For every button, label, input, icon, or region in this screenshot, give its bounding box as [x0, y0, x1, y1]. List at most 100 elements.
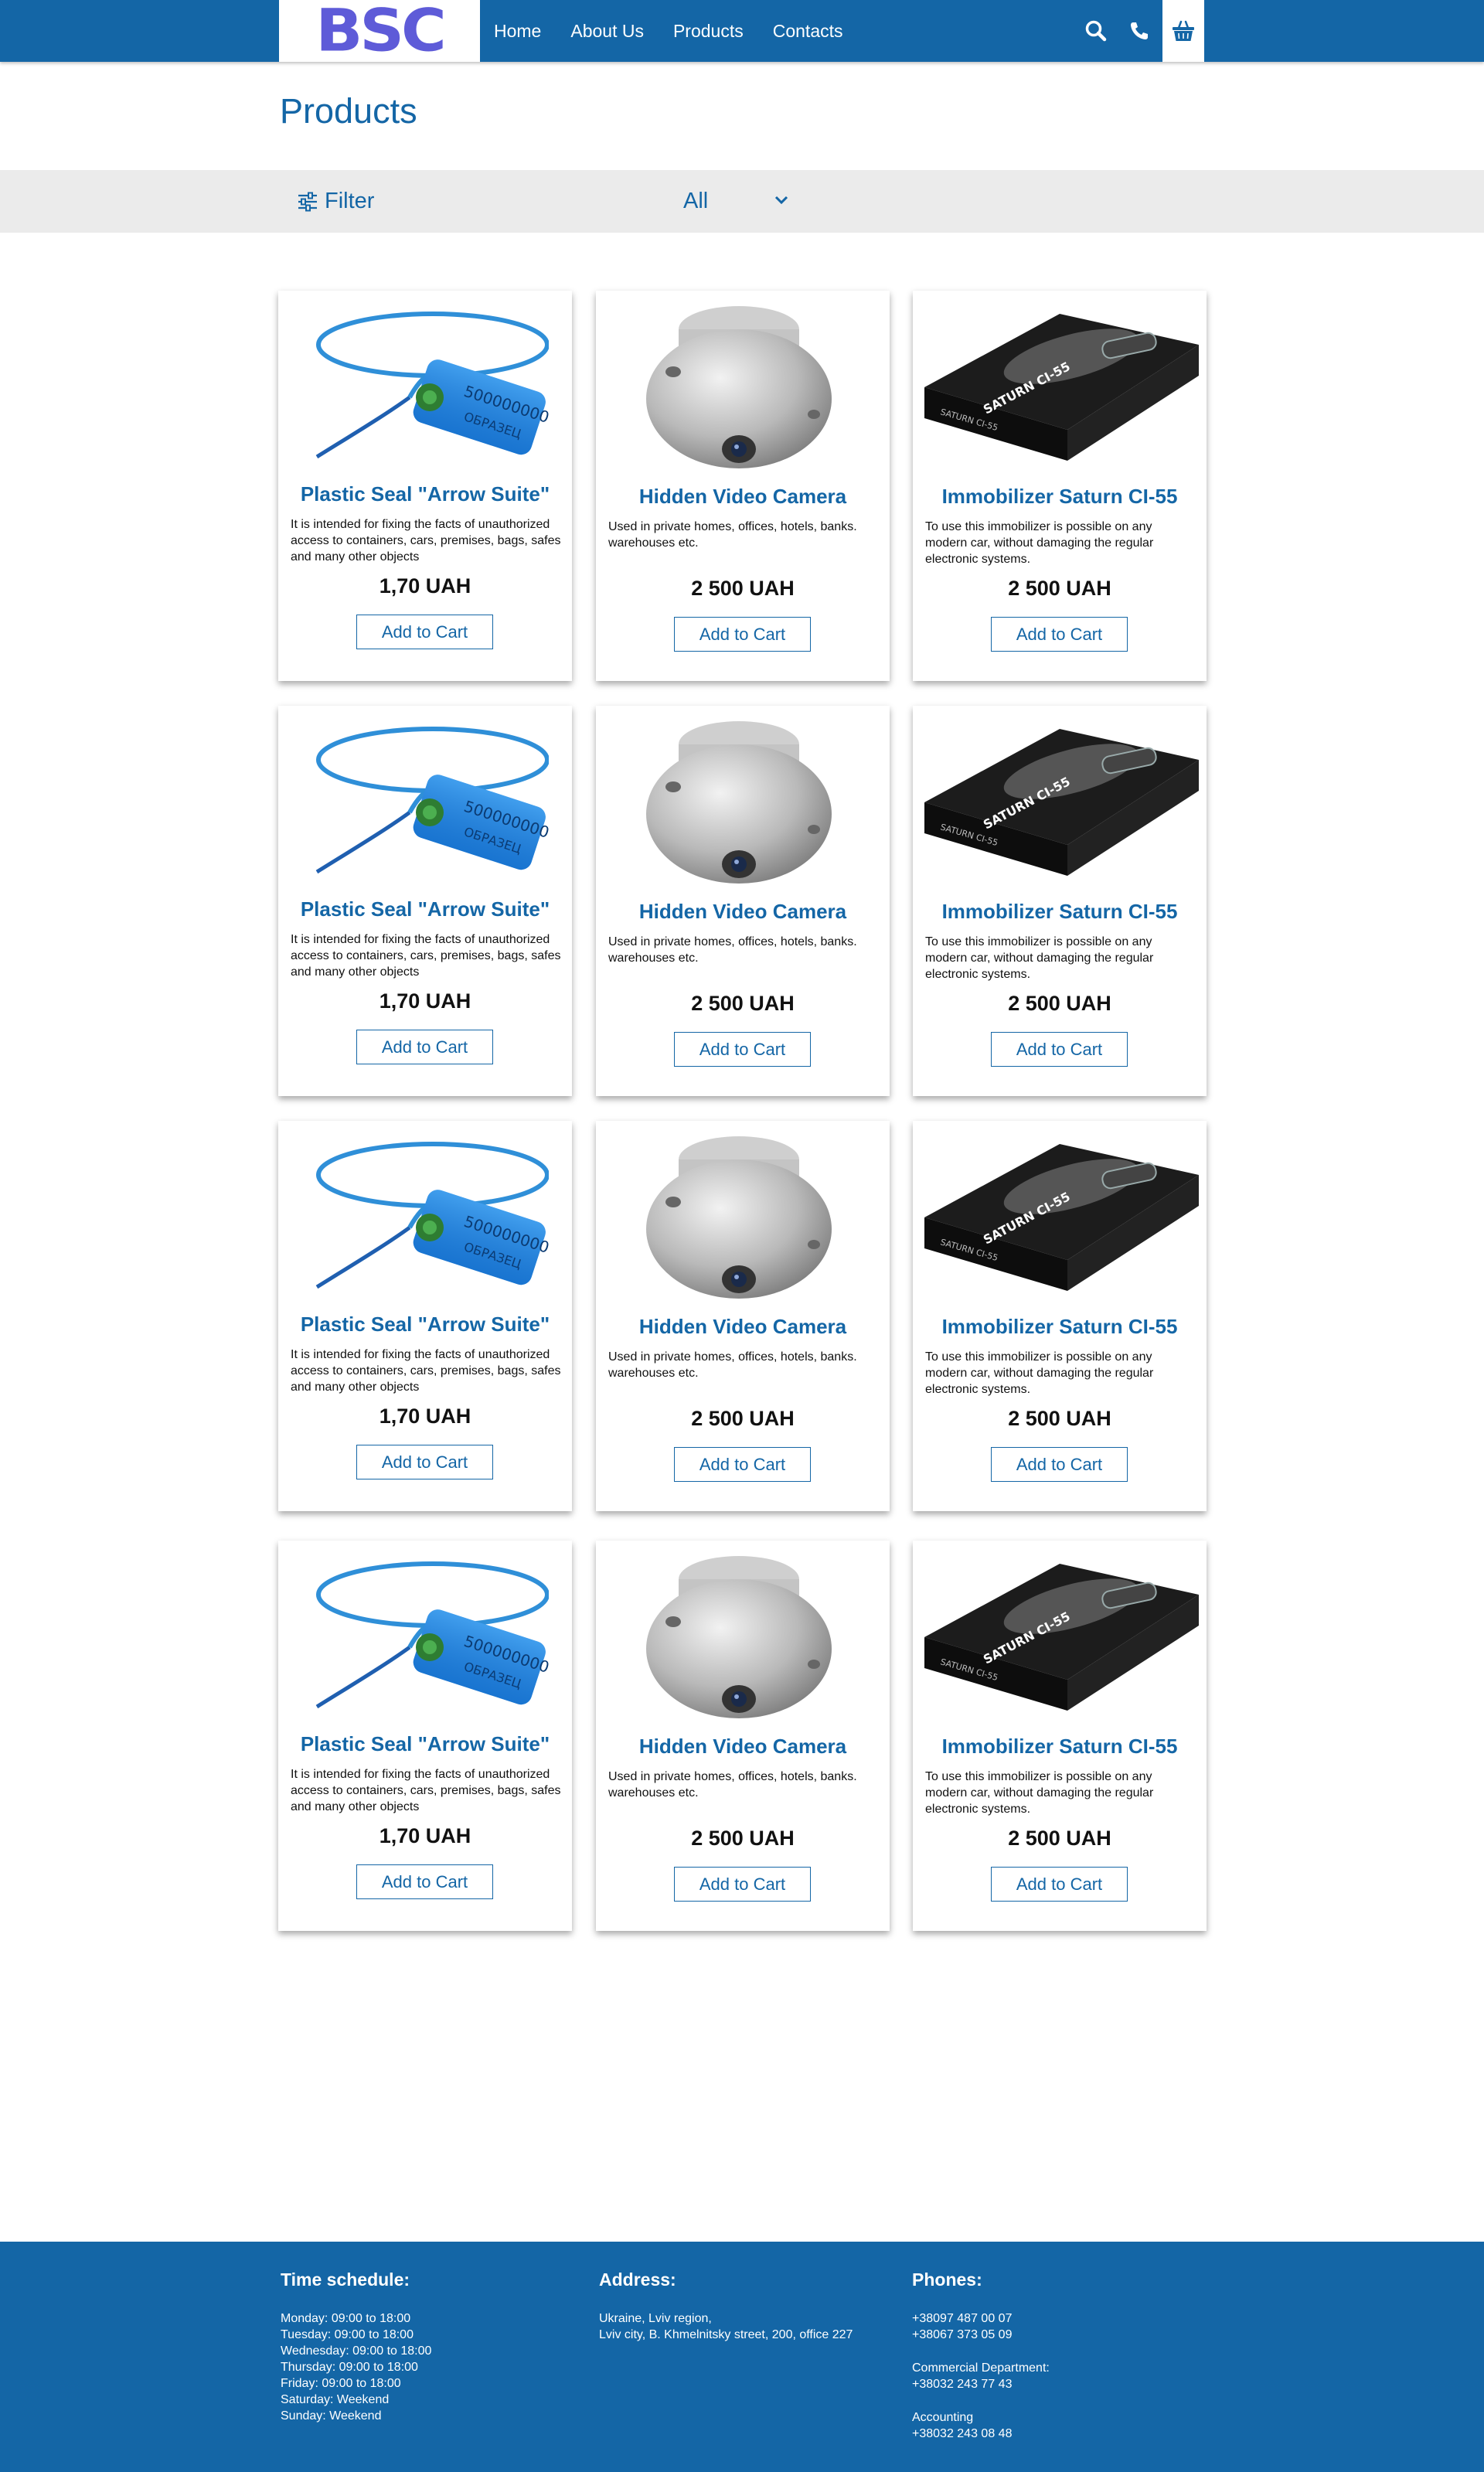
schedule-line: Thursday: 09:00 to 18:00: [281, 2361, 418, 2374]
add-to-cart-button[interactable]: Add to Cart: [991, 1447, 1128, 1482]
add-to-cart-button[interactable]: Add to Cart: [674, 1032, 811, 1067]
add-to-cart-button[interactable]: Add to Cart: [356, 1030, 493, 1064]
product-price: 2 500 UAH: [1008, 992, 1111, 1015]
product-image[interactable]: [596, 1541, 890, 1734]
product-description: To use this immobilizer is possible on a…: [925, 935, 1154, 981]
phone-number[interactable]: +38067 373 05 09: [912, 2327, 1050, 2343]
product-title[interactable]: Plastic Seal "Arrow Suite": [278, 1732, 572, 1756]
nav-home[interactable]: Home: [494, 21, 541, 42]
logo[interactable]: BSC: [279, 0, 480, 62]
page-title: Products: [280, 91, 417, 131]
schedule-line: Saturday: Weekend: [281, 2393, 390, 2406]
product-price: 2 500 UAH: [691, 577, 795, 600]
product-image[interactable]: SATURN CI-55 SATURN CI-55: [913, 1541, 1207, 1734]
product-title[interactable]: Hidden Video Camera: [596, 1315, 890, 1339]
plastic-seal-image: 500000000ОБРАЗЕЦ: [315, 727, 549, 874]
product-description: Used in private homes, offices, hotels, …: [608, 1770, 857, 1800]
plastic-seal-image: 500000000ОБРАЗЕЦ: [315, 1142, 549, 1289]
schedule-line: Tuesday: 09:00 to 18:00: [281, 2328, 414, 2341]
commercial-department-label: Commercial Department:: [912, 2361, 1050, 2375]
product-image[interactable]: [596, 291, 890, 484]
product-image[interactable]: SATURN CI-55 SATURN CI-55: [913, 706, 1207, 899]
add-to-cart-button[interactable]: Add to Cart: [674, 1447, 811, 1482]
add-to-cart-button[interactable]: Add to Cart: [356, 615, 493, 649]
site-footer: Time schedule: Monday: 09:00 to 18:00 Tu…: [0, 2242, 1484, 2472]
schedule-line: Monday: 09:00 to 18:00: [281, 2312, 411, 2325]
add-to-cart-button[interactable]: Add to Cart: [356, 1864, 493, 1899]
schedule-line: Sunday: Weekend: [281, 2409, 382, 2423]
cart-button[interactable]: [1162, 0, 1204, 62]
dome-camera-image: [646, 1136, 832, 1299]
add-to-cart-button[interactable]: Add to Cart: [991, 1867, 1128, 1902]
product-price: 2 500 UAH: [1008, 1827, 1111, 1850]
footer-phones-title: Phones:: [912, 2269, 982, 2290]
sliders-icon: [298, 192, 317, 211]
add-to-cart-button[interactable]: Add to Cart: [356, 1445, 493, 1479]
product-title[interactable]: Plastic Seal "Arrow Suite": [278, 482, 572, 506]
phone-number[interactable]: +38032 243 77 43: [912, 2376, 1050, 2392]
footer-schedule: Time schedule: Monday: 09:00 to 18:00 Tu…: [281, 2269, 431, 2424]
product-price: 1,70 UAH: [379, 574, 471, 598]
schedule-line: Friday: 09:00 to 18:00: [281, 2377, 401, 2390]
add-to-cart-button[interactable]: Add to Cart: [674, 1867, 811, 1902]
product-price: 2 500 UAH: [691, 992, 795, 1015]
product-card: Hidden Video Camera Used in private homes…: [596, 706, 890, 1096]
product-price: 1,70 UAH: [379, 1824, 471, 1847]
product-description: To use this immobilizer is possible on a…: [925, 1770, 1154, 1816]
immobilizer-box-image: SATURN CI-55SATURN CI-55: [924, 314, 1199, 461]
product-price: 2 500 UAH: [691, 1827, 795, 1850]
add-to-cart-button[interactable]: Add to Cart: [674, 617, 811, 652]
product-image[interactable]: 500000000 ОБРАЗЕЦ: [278, 1121, 572, 1314]
immobilizer-box-image: SATURN CI-55SATURN CI-55: [924, 1564, 1199, 1711]
add-to-cart-button[interactable]: Add to Cart: [991, 1032, 1128, 1067]
product-description: It is intended for fixing the facts of u…: [291, 933, 561, 979]
filter-bar: Filter All: [0, 170, 1484, 233]
phone-button[interactable]: [1118, 0, 1160, 62]
product-card: 500000000 ОБРАЗЕЦ Plastic Seal "Arrow Suit…: [278, 1121, 572, 1511]
product-image[interactable]: 500000000 ОБРАЗЕЦ: [278, 706, 572, 899]
product-image[interactable]: [596, 1121, 890, 1314]
product-image[interactable]: [596, 706, 890, 899]
product-price: 2 500 UAH: [1008, 577, 1111, 600]
nav-contacts[interactable]: Contacts: [773, 21, 843, 42]
filter-button[interactable]: Filter: [297, 170, 374, 233]
product-card: SATURN CI-55 SATURN CI-55 Immobilizer Satu…: [913, 706, 1207, 1096]
category-select[interactable]: All: [683, 170, 799, 233]
product-card: Hidden Video Camera Used in private homes…: [596, 291, 890, 681]
phone-number[interactable]: +38032 243 08 48: [912, 2426, 1050, 2442]
product-image[interactable]: 500000000 ОБРАЗЕЦ: [278, 1541, 572, 1734]
product-title[interactable]: Hidden Video Camera: [596, 1735, 890, 1759]
product-title[interactable]: Immobilizer Saturn CI-55: [913, 1735, 1207, 1759]
product-title[interactable]: Immobilizer Saturn CI-55: [913, 485, 1207, 509]
product-title[interactable]: Hidden Video Camera: [596, 900, 890, 924]
product-image[interactable]: SATURN CI-55 SATURN CI-55: [913, 291, 1207, 484]
product-card: Hidden Video Camera Used in private homes…: [596, 1541, 890, 1931]
product-price: 1,70 UAH: [379, 989, 471, 1013]
product-title[interactable]: Plastic Seal "Arrow Suite": [278, 897, 572, 921]
accounting-label: Accounting: [912, 2411, 974, 2424]
product-card: Hidden Video Camera Used in private homes…: [596, 1121, 890, 1511]
search-button[interactable]: [1075, 0, 1117, 62]
product-title[interactable]: Plastic Seal "Arrow Suite": [278, 1313, 572, 1336]
product-card: SATURN CI-55 SATURN CI-55 Immobilizer Satu…: [913, 291, 1207, 681]
cart-icon: [1173, 20, 1194, 41]
footer-schedule-title: Time schedule:: [281, 2269, 410, 2290]
product-image[interactable]: 500000000 ОБРАЗЕЦ: [278, 291, 572, 484]
product-card: 500000000 ОБРАЗЕЦ Plastic Seal "Arrow Suit…: [278, 291, 572, 681]
immobilizer-box-image: SATURN CI-55SATURN CI-55: [924, 729, 1199, 876]
product-title[interactable]: Immobilizer Saturn CI-55: [913, 1315, 1207, 1339]
add-to-cart-button[interactable]: Add to Cart: [991, 617, 1128, 652]
product-card: SATURN CI-55 SATURN CI-55 Immobilizer Satu…: [913, 1121, 1207, 1511]
phone-number[interactable]: +38097 487 00 07: [912, 2310, 1050, 2327]
nav-about-us[interactable]: About Us: [570, 21, 644, 42]
nav-products[interactable]: Products: [673, 21, 744, 42]
product-title[interactable]: Hidden Video Camera: [596, 485, 890, 509]
filter-label: Filter: [325, 189, 375, 213]
product-card: 500000000 ОБРАЗЕЦ Plastic Seal "Arrow Suit…: [278, 1541, 572, 1931]
dome-camera-image: [646, 721, 832, 884]
product-description: It is intended for fixing the facts of u…: [291, 518, 561, 564]
dome-camera-image: [646, 306, 832, 468]
chevron-down-icon: [774, 196, 788, 205]
product-image[interactable]: SATURN CI-55 SATURN CI-55: [913, 1121, 1207, 1314]
product-title[interactable]: Immobilizer Saturn CI-55: [913, 900, 1207, 924]
